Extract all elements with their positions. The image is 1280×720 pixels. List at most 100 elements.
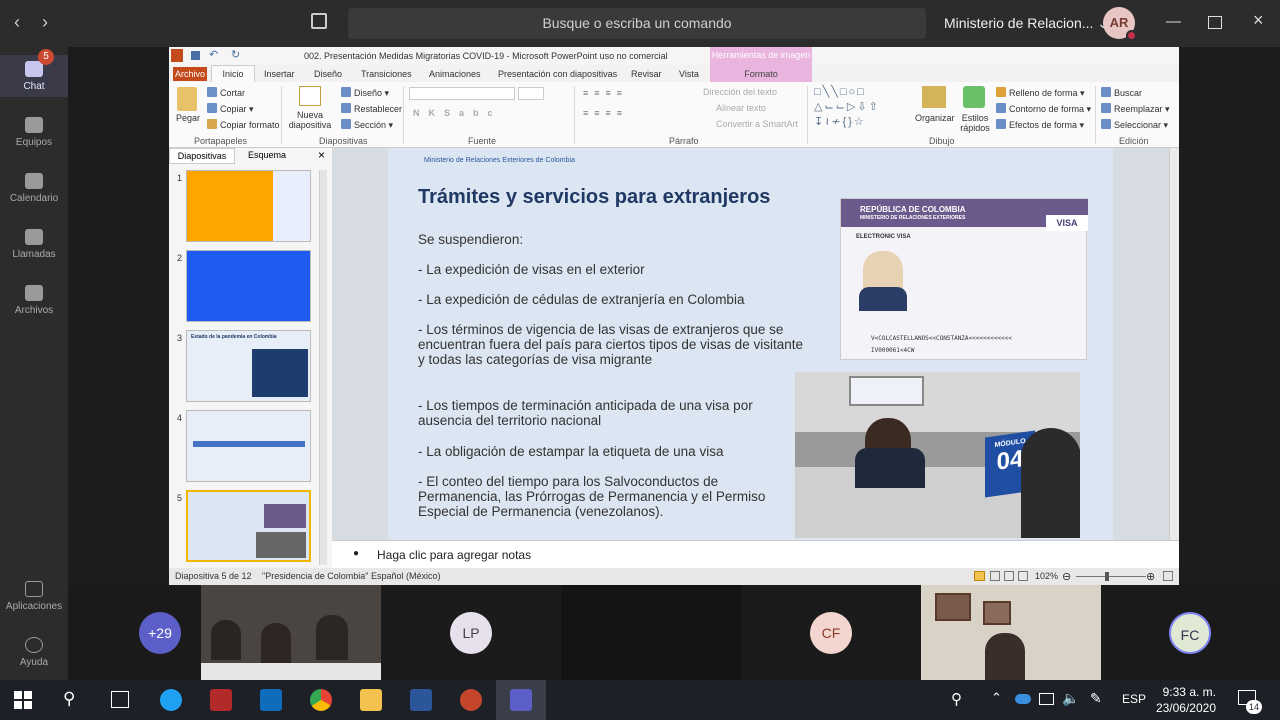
section-button[interactable]: Sección ▾ [341,119,393,131]
paste-button[interactable]: Pegar [176,113,200,123]
notes-pane[interactable]: ● Haga clic para agregar notas [332,540,1179,568]
office-photo[interactable]: MÓDULO 04 [795,372,1080,538]
tab-vista[interactable]: Vista [679,69,699,79]
edge-icon[interactable] [160,689,182,711]
find-button[interactable]: Buscar [1101,87,1142,98]
new-slide-button[interactable]: Nueva diapositiva [287,110,333,130]
visa-image[interactable]: REPÚBLICA DE COLOMBIA MINISTERIO DE RELA… [840,198,1088,360]
zoom-out-icon[interactable]: ⊖ [1062,570,1071,583]
rail-files[interactable]: Archivos [0,285,68,316]
font-format-buttons[interactable]: NKSabc [413,108,502,118]
rail-help[interactable]: Ayuda [0,637,68,668]
more-participants[interactable]: +29 [139,612,181,654]
search-icon[interactable]: ⚲ [63,689,75,709]
language-indicator[interactable]: Español (México) [371,571,441,581]
file-explorer-icon[interactable] [360,689,382,711]
align-buttons[interactable]: ≡≡≡≡ [583,108,628,118]
tab-inicio[interactable]: Inicio [211,65,255,83]
reset-button[interactable]: Restablecer [341,103,402,114]
tab-diseno[interactable]: Diseño [314,69,342,79]
task-view-icon[interactable] [111,691,129,708]
close-pane-icon[interactable]: × [318,148,325,162]
save-icon[interactable] [191,51,200,60]
align-text-button[interactable]: Alinear texto [716,103,766,113]
participant-video[interactable] [921,585,1101,680]
tab-insertar[interactable]: Insertar [264,69,295,79]
undo-icon[interactable]: ↶ [209,48,218,61]
winrar-icon[interactable] [210,689,232,711]
slideshow-view-icon[interactable] [1018,571,1028,581]
start-icon[interactable] [14,691,32,709]
zoom-slider[interactable] [1076,576,1146,577]
normal-view-icon[interactable] [974,571,985,581]
rail-chat[interactable]: 5 Chat [0,49,68,97]
back-arrow-icon[interactable]: ‹ [14,12,20,33]
rail-calls[interactable]: Llamadas [0,229,68,260]
select-button[interactable]: Seleccionar ▾ [1101,119,1168,131]
input-language[interactable]: ESP [1122,692,1146,706]
participant-video[interactable] [201,585,381,680]
slide-thumbnail[interactable] [186,250,311,322]
network-icon[interactable] [1039,693,1054,705]
format-painter-button[interactable]: Copiar formato [207,119,280,130]
slide-thumbnail-selected[interactable] [186,490,311,562]
tab-diapositivas[interactable]: Diapositivas [169,148,235,164]
zoom-in-icon[interactable]: ⊕ [1146,570,1155,583]
tab-presentacion[interactable]: Presentación con diapositivas [498,69,617,79]
shapes-gallery[interactable]: □╲╲□○□ △⌙⌙▷⇩⇧ ↧≀≁{}☆ [814,85,904,130]
user-avatar[interactable]: AR [1103,7,1137,41]
restore-icon[interactable] [1208,16,1222,29]
participant-avatar-lp[interactable]: LP [450,612,492,654]
participant-avatar-cf[interactable]: CF [810,612,852,654]
taskbar-clock[interactable]: 9:33 a. m. 23/06/2020 [1146,684,1216,716]
outlook-icon[interactable] [260,689,282,711]
slide-thumbnail[interactable]: Estado de la pandemia en Colombia [186,330,311,402]
close-icon[interactable]: × [1253,10,1264,31]
minimize-icon[interactable]: — [1166,13,1181,30]
participant-tile[interactable] [561,585,741,680]
text-direction-button[interactable]: Dirección del texto [703,87,777,97]
slide-scrollbar[interactable] [1169,148,1179,540]
shape-outline-button[interactable]: Contorno de forma ▾ [996,103,1091,115]
zoom-level[interactable]: 102% [1035,571,1058,581]
fit-slide-icon[interactable] [1163,571,1173,581]
zoom-slider-thumb[interactable] [1105,572,1109,581]
list-buttons[interactable]: ≡≡≡≡ [583,88,628,98]
forward-arrow-icon[interactable]: › [42,12,48,33]
arrange-button[interactable]: Organizar [915,113,955,123]
pane-scrollbar[interactable] [319,170,327,565]
tab-archivo[interactable]: Archivo [173,67,207,81]
tray-chevron-icon[interactable]: ⌃ [991,690,1002,706]
redo-icon[interactable]: ↻ [231,48,240,61]
replace-button[interactable]: Reemplazar ▾ [1101,103,1170,115]
reading-view-icon[interactable] [1004,571,1014,581]
rail-calendar[interactable]: Calendario [0,173,68,204]
tab-animaciones[interactable]: Animaciones [429,69,481,79]
copy-button[interactable]: Copiar ▾ [207,103,254,115]
tab-esquema[interactable]: Esquema [239,150,295,160]
rail-apps[interactable]: Aplicaciones [0,581,68,612]
tab-transiciones[interactable]: Transiciones [361,69,412,79]
font-name-select[interactable] [409,87,515,100]
compose-icon[interactable] [311,13,327,29]
shape-fill-button[interactable]: Relleno de forma ▾ [996,87,1085,99]
chrome-icon[interactable] [310,689,332,711]
font-size-select[interactable] [518,87,544,100]
word-icon[interactable] [410,689,432,711]
people-icon[interactable]: ⚲ [951,690,962,708]
layout-button[interactable]: Diseño ▾ [341,87,389,99]
quick-styles-button[interactable]: Estilos rápidos [956,113,994,133]
onedrive-icon[interactable] [1015,694,1031,704]
pen-icon[interactable]: ✎ [1090,690,1102,707]
volume-icon[interactable]: 🔈 [1062,690,1079,707]
rail-teams[interactable]: Equipos [0,117,68,148]
powerpoint-icon[interactable] [460,689,482,711]
search-input[interactable]: Busque o escriba un comando [348,8,926,39]
participant-avatar-fc[interactable]: FC [1169,612,1211,654]
current-slide[interactable]: Ministerio de Relaciones Exteriores de C… [388,148,1113,540]
smartart-button[interactable]: Convertir a SmartArt [716,119,798,129]
slide-thumbnail[interactable] [186,410,311,482]
shape-effects-button[interactable]: Efectos de forma ▾ [996,119,1084,131]
slide-thumbnail[interactable] [186,170,311,242]
org-switcher[interactable]: Ministerio de Relacion... ⌄ [944,15,1109,32]
